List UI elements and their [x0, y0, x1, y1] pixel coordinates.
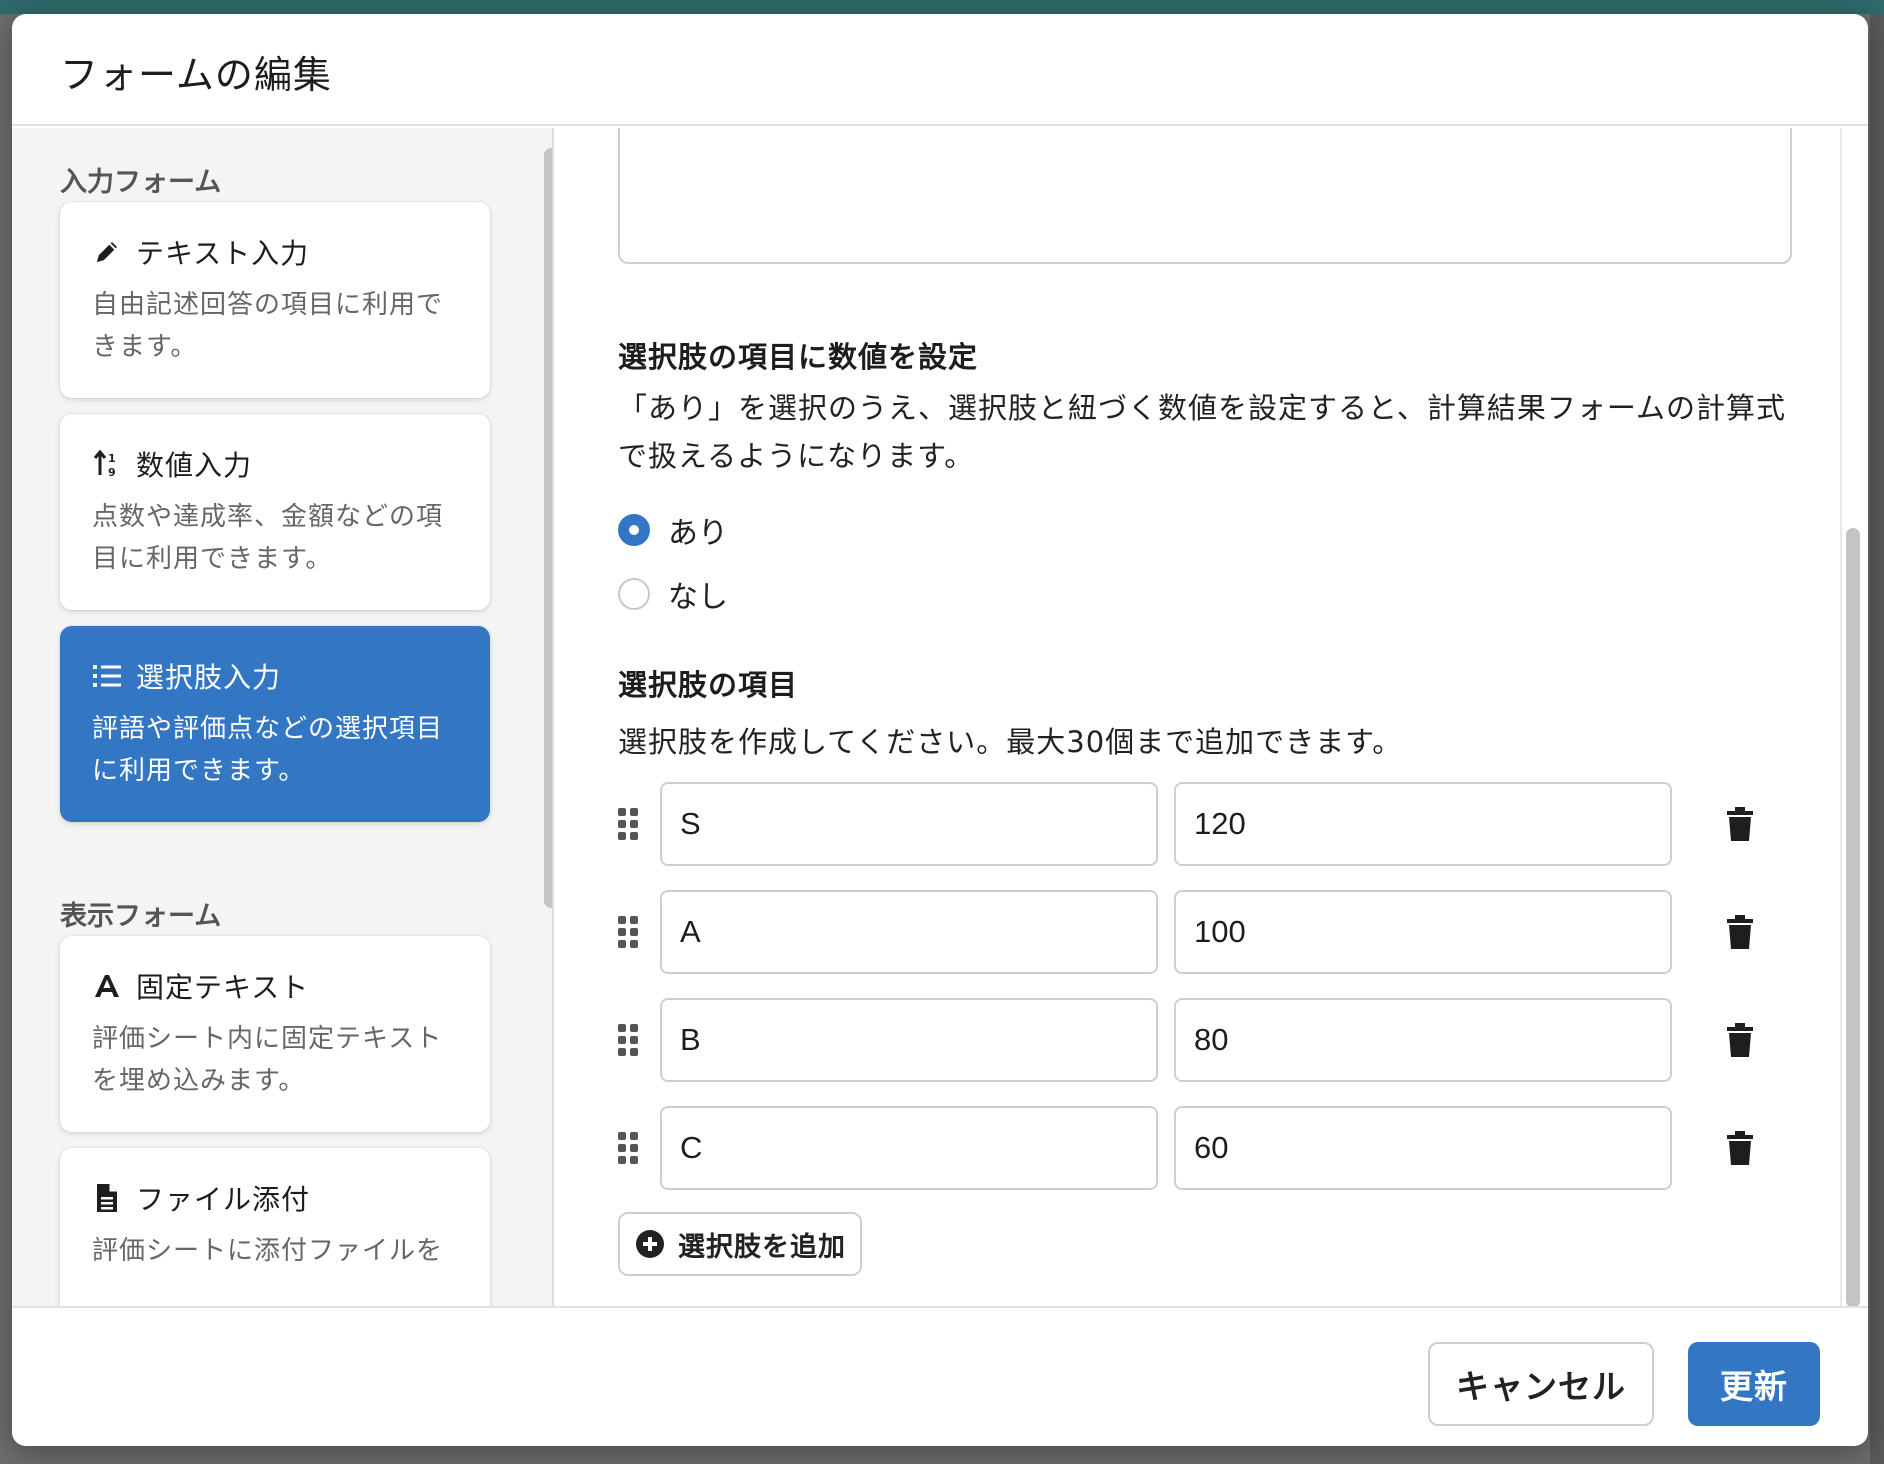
drag-handle-icon[interactable]: [618, 1132, 640, 1164]
card-text-input-title: テキスト入力: [136, 237, 310, 270]
option-row: C 60: [618, 1106, 1808, 1190]
card-file-attach-title: ファイル添付: [136, 1183, 311, 1216]
card-choice-input-desc: 評語や評価点などの選択項目に利用できます。: [92, 714, 444, 786]
numeric-setting-heading: 選択肢の項目に数値を設定: [618, 340, 979, 374]
option-value-input[interactable]: 60: [1174, 1106, 1672, 1190]
content-scrollbar[interactable]: [1846, 528, 1860, 1306]
card-text-input[interactable]: テキスト入力 自由記述回答の項目に利用できます。: [60, 202, 490, 398]
option-value-input[interactable]: 80: [1174, 998, 1672, 1082]
card-numeric-input-desc: 点数や達成率、金額などの項目に利用できます。: [92, 502, 444, 574]
radio-button-yes[interactable]: [618, 514, 650, 546]
options-description: 選択肢を作成してください。最大30個まで追加できます。: [618, 725, 1403, 759]
options-heading: 選択肢の項目: [618, 668, 799, 702]
option-label-input[interactable]: C: [660, 1106, 1158, 1190]
radio-option-no[interactable]: なし: [618, 572, 728, 616]
svg-text:9: 9: [108, 466, 116, 479]
numeric-setting-description: 「あり」を選択のうえ、選択肢と紐づく数値を設定すると、計算結果フォームの計算式で…: [618, 391, 1786, 473]
card-file-attach[interactable]: ファイル添付 評価シートに添付ファイルを: [60, 1148, 490, 1306]
backdrop-topbar: [0, 0, 1884, 14]
content-scroll-track: [1840, 128, 1842, 1306]
trash-icon[interactable]: [1722, 914, 1758, 950]
trash-icon[interactable]: [1722, 806, 1758, 842]
pencil-icon: [92, 237, 122, 267]
form-edit-modal: フォームの編集 入力フォーム テキスト入力 自由記述回答の項目に利用できます。 …: [12, 14, 1868, 1446]
palette-scrollbar[interactable]: [544, 148, 552, 908]
list-icon: [92, 661, 122, 691]
trash-icon[interactable]: [1722, 1022, 1758, 1058]
update-button[interactable]: 更新: [1688, 1342, 1820, 1426]
option-value-input[interactable]: 100: [1174, 890, 1672, 974]
sort-numeric-icon: 19: [92, 449, 122, 479]
card-file-attach-desc: 評価シートに添付ファイルを: [92, 1236, 444, 1266]
radio-label-no: なし: [668, 580, 728, 615]
form-type-palette[interactable]: 入力フォーム テキスト入力 自由記述回答の項目に利用できます。 19 数値入力 …: [12, 128, 554, 1306]
svg-text:1: 1: [108, 452, 116, 465]
option-value-input[interactable]: 120: [1174, 782, 1672, 866]
card-choice-input[interactable]: 選択肢入力 評語や評価点などの選択項目に利用できます。: [60, 626, 490, 822]
trash-icon[interactable]: [1722, 1130, 1758, 1166]
radio-label-yes: あり: [668, 516, 728, 551]
plus-circle-icon: [636, 1230, 664, 1258]
modal-footer: キャンセル 更新: [12, 1306, 1868, 1446]
input-section-title: 入力フォーム: [60, 167, 222, 198]
cancel-button[interactable]: キャンセル: [1428, 1342, 1654, 1426]
card-fixed-text[interactable]: 固定テキスト 評価シート内に固定テキストを埋め込みます。: [60, 936, 490, 1132]
modal-header: フォームの編集: [12, 14, 1868, 126]
option-row: B 80: [618, 998, 1808, 1082]
form-settings-panel[interactable]: 選択肢の項目に数値を設定 「あり」を選択のうえ、選択肢と紐づく数値を設定すると、…: [556, 128, 1868, 1306]
drag-handle-icon[interactable]: [618, 1024, 640, 1056]
card-choice-input-title: 選択肢入力: [136, 661, 282, 694]
option-label-input[interactable]: S: [660, 782, 1158, 866]
option-label-input[interactable]: B: [660, 998, 1158, 1082]
add-option-button[interactable]: 選択肢を追加: [618, 1212, 862, 1276]
modal-title: フォームの編集: [60, 53, 332, 97]
backdrop-right-edge: [1870, 14, 1884, 1464]
option-row: A 100: [618, 890, 1808, 974]
drag-handle-icon[interactable]: [618, 808, 640, 840]
option-row: S 120: [618, 782, 1808, 866]
card-text-input-desc: 自由記述回答の項目に利用できます。: [92, 290, 444, 362]
description-textarea[interactable]: [618, 128, 1792, 264]
card-fixed-text-desc: 評価シート内に固定テキストを埋め込みます。: [92, 1024, 443, 1096]
card-numeric-input-title: 数値入力: [136, 449, 253, 482]
radio-option-yes[interactable]: あり: [618, 508, 728, 552]
card-numeric-input[interactable]: 19 数値入力 点数や達成率、金額などの項目に利用できます。: [60, 414, 490, 610]
font-icon: [92, 971, 122, 1001]
card-fixed-text-title: 固定テキスト: [136, 971, 310, 1004]
option-label-input[interactable]: A: [660, 890, 1158, 974]
file-icon: [92, 1183, 122, 1213]
drag-handle-icon[interactable]: [618, 916, 640, 948]
radio-button-no[interactable]: [618, 578, 650, 610]
add-option-label: 選択肢を追加: [678, 1231, 846, 1263]
display-section-title: 表示フォーム: [60, 901, 222, 932]
